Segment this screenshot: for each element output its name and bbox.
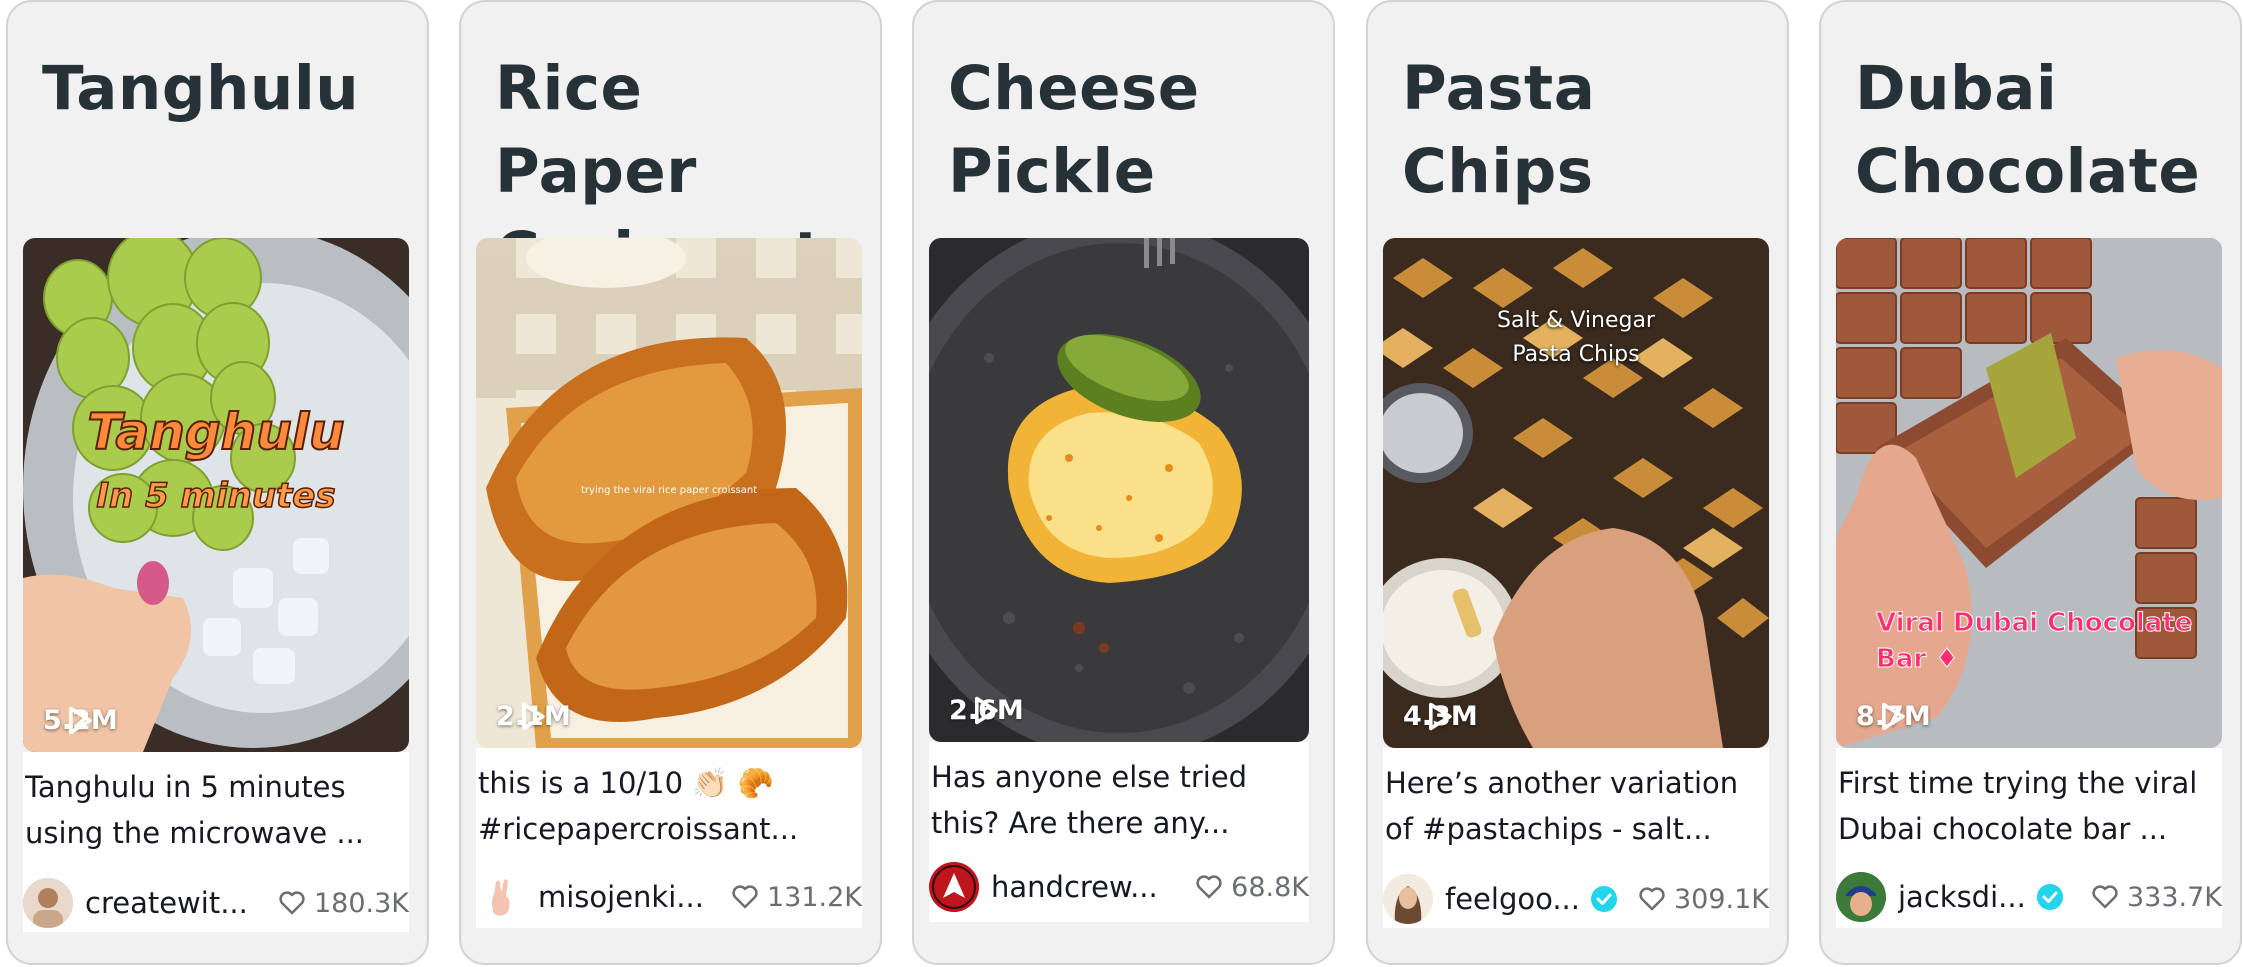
overlay-subtext: In 5 minutes (96, 475, 337, 517)
play-icon (69, 706, 92, 735)
username[interactable]: misojenki... (538, 880, 704, 914)
heart-outline-icon (2092, 885, 2118, 909)
video-meta: misojenki... 131.2K (476, 872, 862, 922)
video-info: Tanghulu in 5 minutes using the microwav… (23, 752, 409, 932)
view-count: 8.7M (1856, 701, 1931, 732)
thumbnail-image (929, 238, 1309, 742)
like-count-text: 131.2K (766, 881, 862, 913)
avatar-image (1383, 874, 1433, 924)
heart-outline-icon (1196, 875, 1222, 899)
view-count: 5.2M (43, 705, 118, 736)
video-caption[interactable]: this is a 10/10 👏🏻 🥐 #ricepapercroissant… (478, 760, 858, 852)
video-info: this is a 10/10 👏🏻 🥐 #ricepapercroissant… (476, 748, 862, 928)
heart-outline-icon (1639, 887, 1665, 911)
view-count: 2.1M (496, 701, 571, 732)
thumbnail-image: trying the viral rice paper croissant (476, 238, 862, 748)
avatar[interactable] (476, 872, 526, 922)
avatar[interactable] (23, 878, 73, 928)
overlay-subtext: Pasta Chips (1512, 342, 1640, 367)
avatar-image (1836, 872, 1886, 922)
video-thumbnail[interactable]: Viral Dubai Chocolate Bar ♦ 8.7M (1836, 238, 2222, 748)
like-count: 333.7K (2091, 882, 2222, 913)
card-title: Tanghulu (42, 53, 360, 124)
video-info: First time trying the viral Dubai chocol… (1836, 748, 2222, 928)
trend-card-rice-paper-croissant[interactable]: Rice Paper Croissant trying the viral ri… (459, 0, 882, 965)
video-thumbnail[interactable]: Tanghulu In 5 minutes 5.2M (23, 238, 409, 752)
like-count-text: 309.1K (1673, 883, 1769, 915)
view-count: 4.3M (1403, 701, 1478, 732)
username[interactable]: createwit... (85, 886, 248, 920)
like-count-text: 180.3K (313, 887, 409, 919)
trend-card-dubai-chocolate[interactable]: Dubai Chocolate Viral Dubai Chocolate Ba… (1819, 0, 2242, 965)
video-info: Has anyone else tried this? Are there an… (929, 742, 1309, 922)
play-icon (1429, 702, 1452, 731)
trend-card-pasta-chips[interactable]: Pasta Chips Salt & Vinegar Pasta Chips 4… (1366, 0, 1789, 965)
like-count: 68.8K (1195, 872, 1309, 903)
play-icon (1882, 702, 1905, 731)
video-caption[interactable]: Here’s another variation of #pastachips … (1385, 760, 1765, 852)
heart-outline-icon (279, 891, 305, 915)
play-icon (522, 702, 545, 731)
avatar[interactable] (1383, 874, 1433, 924)
username[interactable]: handcrew... (991, 870, 1158, 904)
overlay-text: Salt & Vinegar (1497, 308, 1655, 333)
like-count: 131.2K (731, 882, 862, 913)
avatar-image (23, 878, 73, 928)
avatar[interactable] (1836, 872, 1886, 922)
video-thumbnail[interactable]: Salt & Vinegar Pasta Chips 4.3M (1383, 238, 1769, 748)
video-caption[interactable]: Tanghulu in 5 minutes using the microwav… (25, 764, 405, 856)
card-title: Cheese Pickle (948, 53, 1200, 207)
video-thumbnail[interactable]: trying the viral rice paper croissant 2.… (476, 238, 862, 748)
like-count: 309.1K (1638, 884, 1769, 915)
like-count-text: 68.8K (1231, 871, 1309, 903)
video-meta: createwit... 180.3K (23, 878, 409, 928)
like-count-text: 333.7K (2126, 881, 2222, 913)
username[interactable]: jacksdi... (1898, 880, 2026, 914)
trend-card-cheese-pickle[interactable]: Cheese Pickle 2.6M Has anyone else tried… (912, 0, 1335, 965)
avatar-image (929, 862, 979, 912)
overlay-text: Tanghulu (86, 402, 345, 462)
card-title: Dubai Chocolate (1855, 53, 2201, 207)
video-caption[interactable]: Has anyone else tried this? Are there an… (931, 754, 1311, 846)
avatar[interactable] (929, 862, 979, 912)
video-info: Here’s another variation of #pastachips … (1383, 748, 1769, 928)
username[interactable]: feelgoo... (1445, 882, 1580, 916)
video-meta: jacksdi... 333.7K (1836, 872, 2222, 922)
avatar-image (476, 872, 526, 922)
video-thumbnail[interactable]: 2.6M (929, 238, 1309, 742)
video-meta: feelgoo... 309.1K (1383, 874, 1769, 924)
play-icon (975, 696, 998, 725)
verified-badge-icon (1591, 886, 1617, 912)
view-count: 2.6M (949, 695, 1024, 726)
video-meta: handcrew... 68.8K (929, 862, 1309, 912)
heart-outline-icon (732, 885, 758, 909)
svg-text:trying the viral rice paper cr: trying the viral rice paper croissant (581, 485, 757, 496)
verified-badge-icon (2036, 884, 2063, 910)
video-caption[interactable]: First time trying the viral Dubai chocol… (1838, 760, 2218, 852)
overlay-subtext: Bar ♦ (1876, 644, 1960, 675)
card-title: Pasta Chips (1402, 53, 1596, 207)
like-count: 180.3K (278, 888, 409, 919)
overlay-text: Viral Dubai Chocolate (1875, 608, 2193, 639)
trend-card-tanghulu[interactable]: Tanghulu Tanghulu In 5 minutes 5.2M Tang… (6, 0, 429, 965)
